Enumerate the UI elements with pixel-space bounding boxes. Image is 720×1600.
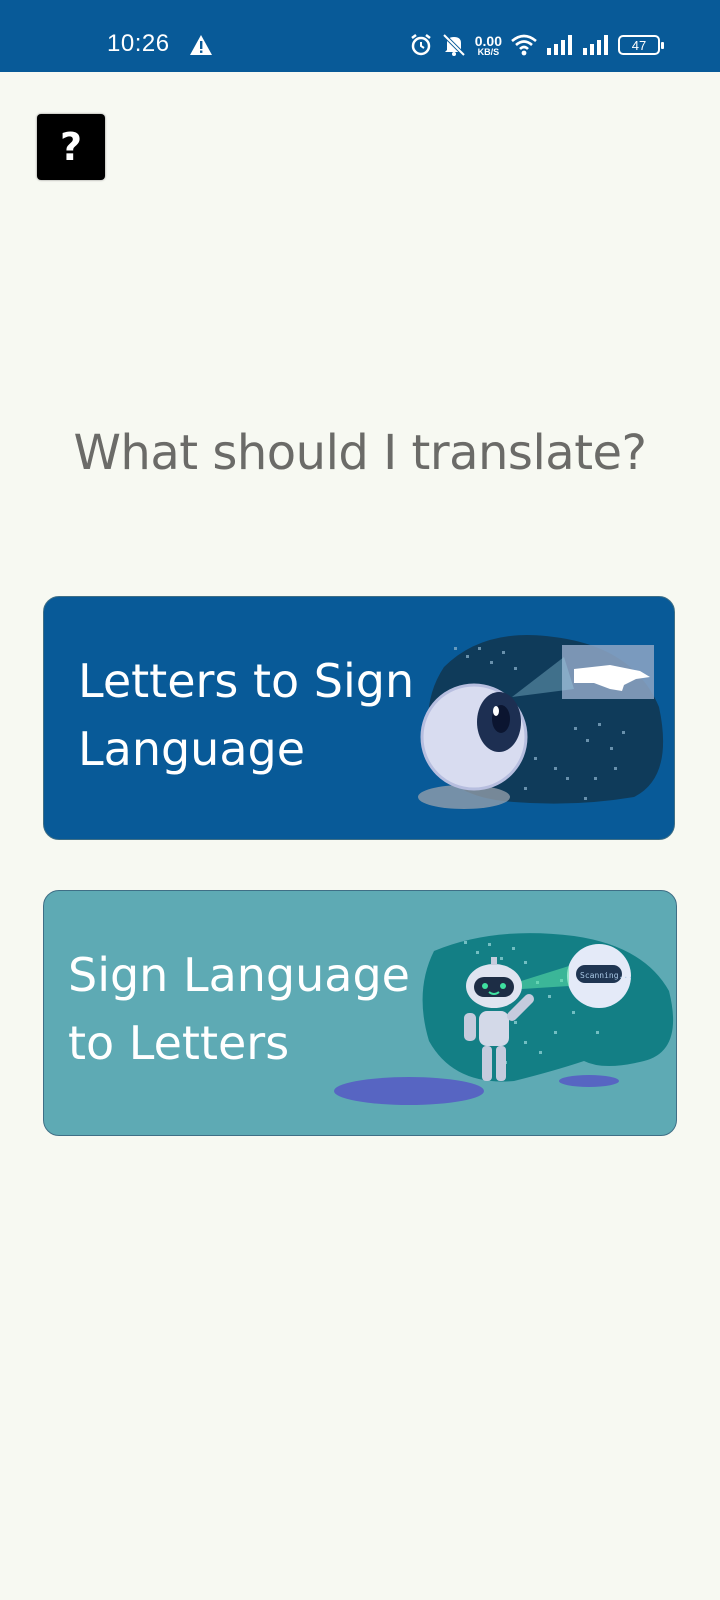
mute-icon bbox=[442, 33, 466, 57]
battery-level: 47 bbox=[631, 37, 647, 53]
sign-to-letters-button[interactable]: Sign Language to Letters Scanning... bbox=[43, 890, 677, 1136]
status-bar: 10:26 0.00 KB/S 47 bbox=[0, 0, 720, 72]
letters-to-sign-button[interactable]: Letters to Sign Language bbox=[43, 596, 675, 840]
wifi-icon bbox=[511, 34, 537, 56]
net-speed-value: 0.00 bbox=[474, 32, 502, 49]
status-icons: 0.00 KB/S 47 bbox=[409, 30, 664, 60]
warning-icon bbox=[190, 35, 212, 55]
page-title: What should I translate? bbox=[73, 425, 647, 481]
alarm-icon bbox=[411, 34, 431, 56]
sign-to-letters-label: Sign Language to Letters bbox=[68, 948, 410, 1070]
battery-icon: 47 bbox=[618, 35, 664, 55]
svg-text:Scanning...: Scanning... bbox=[580, 971, 633, 980]
status-time: 10:26 bbox=[107, 30, 170, 57]
help-icon: ? bbox=[59, 125, 83, 169]
net-speed: 0.00 KB/S bbox=[475, 34, 502, 57]
help-button[interactable]: ? bbox=[37, 114, 105, 180]
signal-icon bbox=[583, 35, 608, 55]
net-speed-unit: KB/S bbox=[477, 46, 500, 57]
signal-icon bbox=[547, 35, 572, 55]
letters-to-sign-label: Letters to Sign Language bbox=[78, 654, 415, 776]
